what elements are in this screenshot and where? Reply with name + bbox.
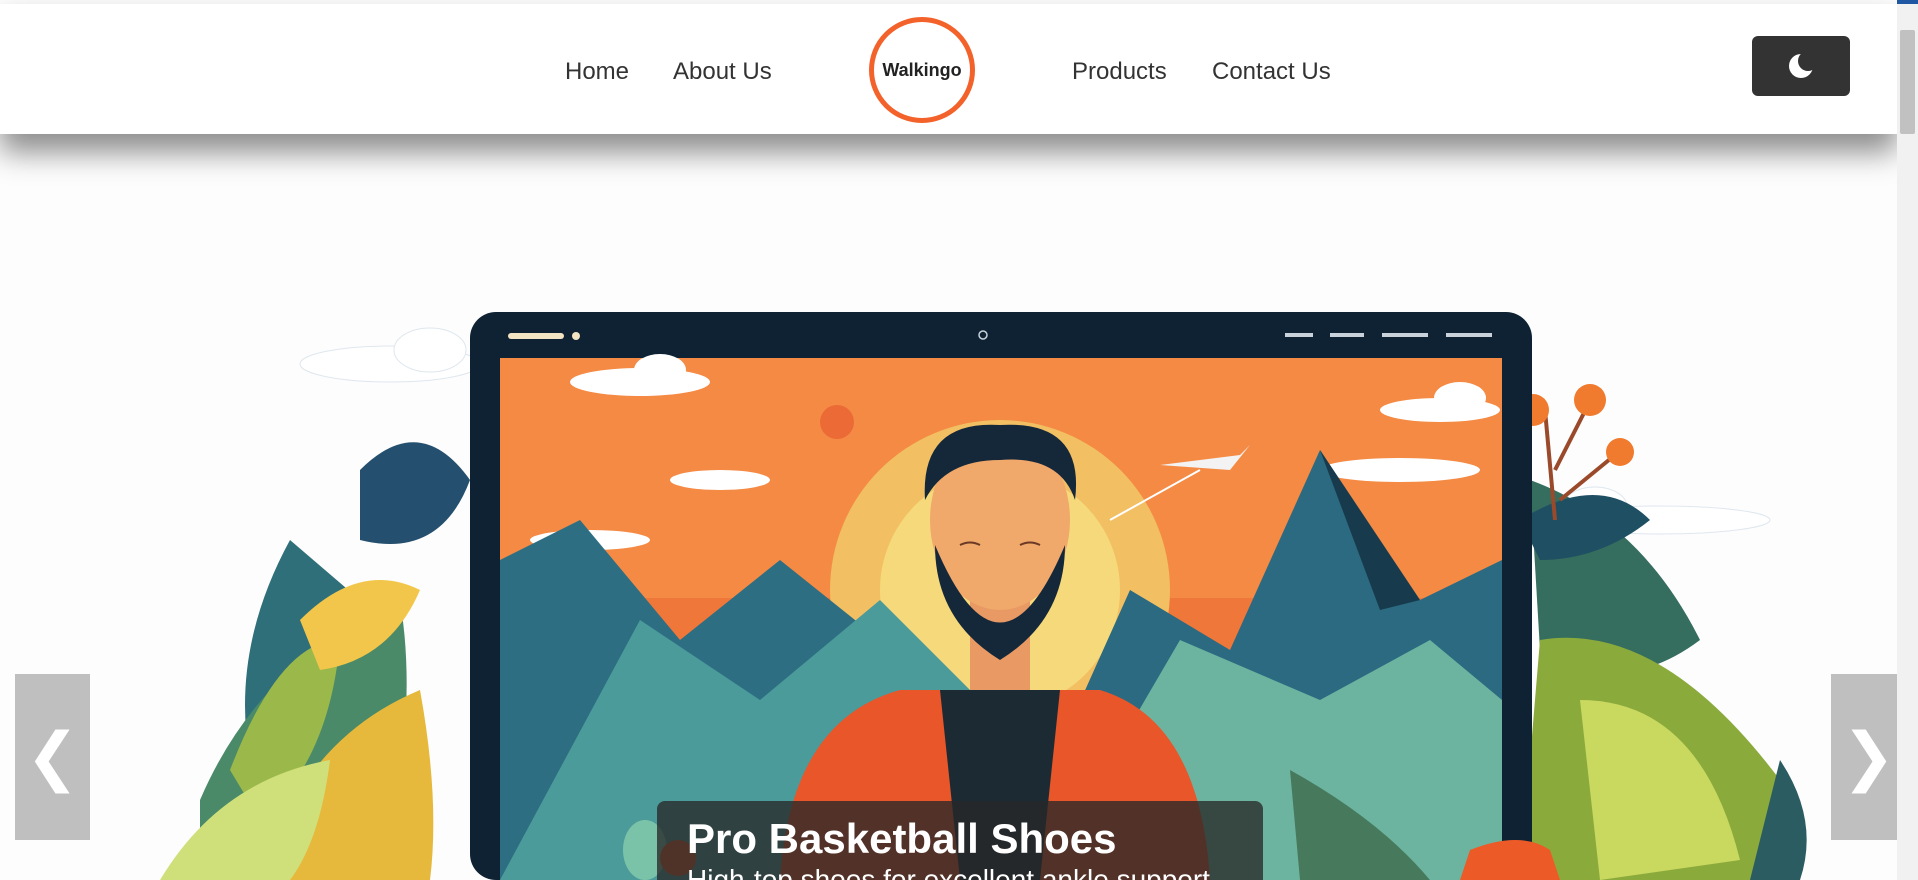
- site-header: Home About Us Walkingo Products Contact …: [0, 4, 1897, 134]
- hero-carousel: Pro Basketball Shoes High-top shoes for …: [0, 134, 1897, 880]
- logo[interactable]: Walkingo: [869, 17, 975, 123]
- scrollbar-thumb[interactable]: [1900, 30, 1915, 134]
- nav-home[interactable]: Home: [565, 58, 629, 86]
- slide-subtitle: High-top shoes for excellent ankle suppo…: [687, 864, 1218, 880]
- hero-slide-illustration: [160, 312, 1807, 880]
- nav-about-us[interactable]: About Us: [673, 58, 772, 86]
- logo-text: Walkingo: [882, 59, 962, 80]
- slide-title: Pro Basketball Shoes: [687, 815, 1117, 862]
- nav-products[interactable]: Products: [1072, 58, 1167, 86]
- nav-contact-us[interactable]: Contact Us: [1212, 58, 1331, 86]
- chevron-right-icon: ❯: [1841, 720, 1896, 794]
- slide-caption: Pro Basketball Shoes High-top shoes for …: [657, 801, 1263, 880]
- vertical-scrollbar[interactable]: [1897, 4, 1918, 880]
- moon-icon: [1789, 52, 1815, 78]
- theme-toggle-button[interactable]: [1752, 36, 1850, 96]
- carousel-prev-button[interactable]: ❮: [15, 674, 90, 840]
- page: Home About Us Walkingo Products Contact …: [0, 0, 1897, 880]
- carousel-next-button[interactable]: ❯: [1831, 674, 1897, 840]
- chevron-left-icon: ❮: [25, 720, 80, 794]
